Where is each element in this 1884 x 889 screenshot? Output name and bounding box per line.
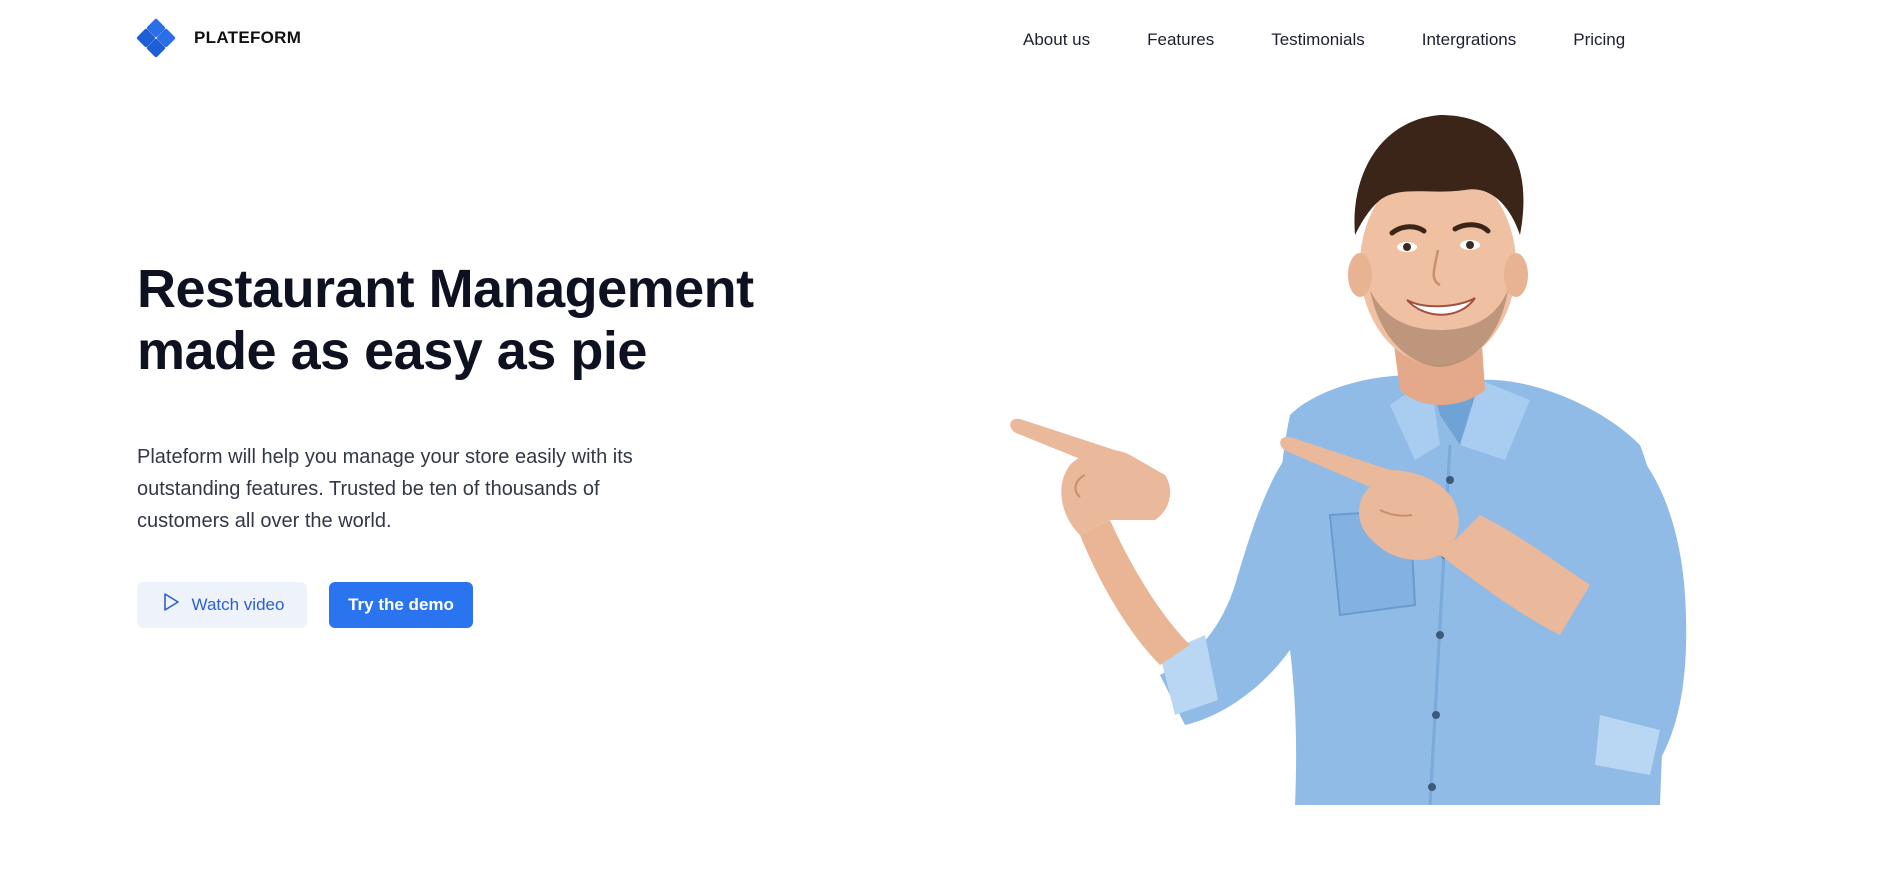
nav-about-us[interactable]: About us xyxy=(1023,30,1090,50)
hero-description: Plateform will help you manage your stor… xyxy=(137,446,633,532)
landing-page: PLATEFORM About us Features Testimonials… xyxy=(0,0,1884,889)
nav-features[interactable]: Features xyxy=(1147,30,1214,50)
brand-name: PLATEFORM xyxy=(194,28,302,47)
nav-integrations[interactable]: Intergrations xyxy=(1422,30,1517,50)
brand-logo[interactable]: PLATEFORM xyxy=(136,18,302,58)
hero-actions: Watch video Try the demo xyxy=(137,582,473,628)
try-demo-button[interactable]: Try the demo xyxy=(329,582,473,628)
play-icon xyxy=(163,593,179,611)
nav-pricing[interactable]: Pricing xyxy=(1573,30,1625,50)
man-pointing-photo xyxy=(1010,115,1687,805)
main-nav: About us Features Testimonials Intergrat… xyxy=(1023,30,1625,50)
watch-video-label: Watch video xyxy=(191,595,285,614)
diamond-cluster-icon xyxy=(136,18,176,58)
hero-title: Restaurant Management made as easy as pi… xyxy=(137,258,777,382)
nav-testimonials[interactable]: Testimonials xyxy=(1271,30,1365,50)
hero-title-line2: made as easy as pie xyxy=(137,321,647,381)
watch-video-button[interactable]: Watch video xyxy=(137,582,307,628)
hero-title-line1: Restaurant Management xyxy=(137,259,754,319)
